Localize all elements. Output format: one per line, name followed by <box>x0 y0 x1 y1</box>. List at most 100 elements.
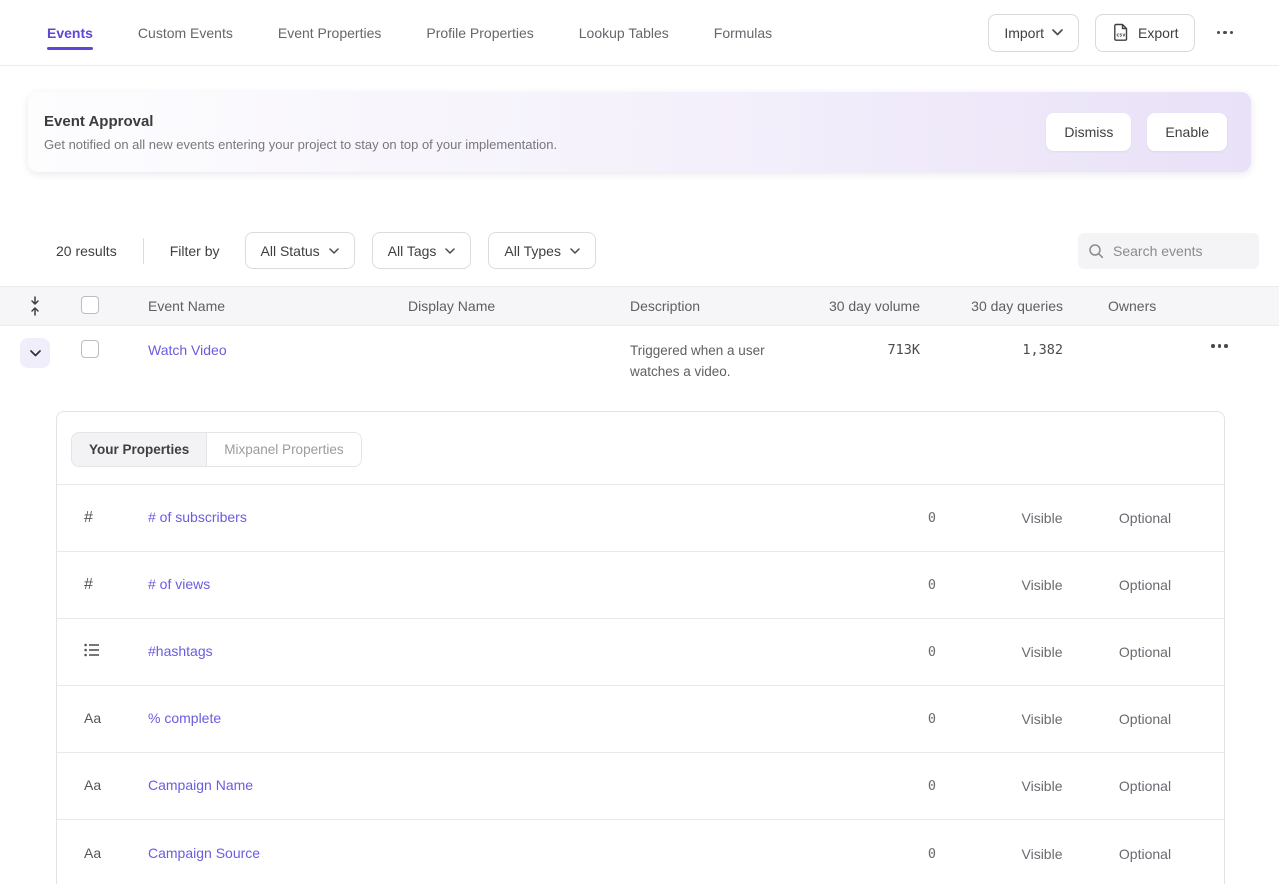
row-checkbox[interactable] <box>81 340 99 358</box>
tab-event-properties-label: Event Properties <box>278 25 382 41</box>
number-type-icon: # <box>84 509 93 526</box>
queries-cell: 1,382 <box>920 340 1063 360</box>
status-filter-label: All Status <box>261 243 320 259</box>
ellipsis-icon <box>1217 31 1234 35</box>
header-owners: Owners <box>1063 298 1180 314</box>
more-options-button[interactable] <box>1211 27 1240 39</box>
collapse-all-icon[interactable] <box>28 295 81 317</box>
property-row: # # of subscribers 0 Visible Optional <box>57 485 1224 552</box>
volume-cell: 713K <box>820 340 920 360</box>
chevron-down-icon <box>329 248 339 254</box>
event-approval-banner: Event Approval Get notified on all new e… <box>28 92 1251 172</box>
chevron-down-icon <box>1052 29 1063 36</box>
search-icon <box>1088 243 1104 259</box>
property-visibility: Visible <box>988 510 1096 526</box>
filter-by-label: Filter by <box>170 243 220 259</box>
tags-filter-dropdown[interactable]: All Tags <box>372 232 472 269</box>
property-name-link[interactable]: Campaign Source <box>148 845 260 861</box>
lexicon-events-page: Events Custom Events Event Properties Pr… <box>0 0 1279 884</box>
text-type-icon: Aa <box>84 845 101 861</box>
types-filter-label: All Types <box>504 243 561 259</box>
search-input[interactable] <box>1113 243 1249 259</box>
header-display-name: Display Name <box>408 298 630 314</box>
property-value: 0 <box>868 510 988 526</box>
header-event-name: Event Name <box>148 298 408 314</box>
vertical-divider <box>143 238 144 264</box>
number-type-icon: # <box>84 576 93 593</box>
types-filter-dropdown[interactable]: All Types <box>488 232 596 269</box>
event-table-row: Watch Video Triggered when a user watche… <box>0 326 1279 411</box>
property-row: # # of views 0 Visible Optional <box>57 552 1224 619</box>
import-button[interactable]: Import <box>988 14 1079 52</box>
tags-filter-label: All Tags <box>388 243 437 259</box>
property-value: 0 <box>868 846 988 862</box>
import-button-label: Import <box>1004 25 1044 41</box>
header-queries: 30 day queries <box>920 298 1063 314</box>
collapse-row-button[interactable] <box>20 338 50 368</box>
ellipsis-icon <box>1211 344 1228 348</box>
property-requirement: Optional <box>1096 644 1194 660</box>
property-value: 0 <box>868 644 988 660</box>
tab-lookup-tables[interactable]: Lookup Tables <box>579 0 669 65</box>
event-properties-panel: Your Properties Mixpanel Properties # # … <box>56 411 1225 884</box>
property-visibility: Visible <box>988 778 1096 794</box>
tab-profile-properties[interactable]: Profile Properties <box>426 0 533 65</box>
banner-text: Event Approval Get notified on all new e… <box>44 114 557 151</box>
property-requirement: Optional <box>1096 846 1194 862</box>
property-requirement: Optional <box>1096 510 1194 526</box>
tab-events-label: Events <box>47 25 93 41</box>
top-navigation: Events Custom Events Event Properties Pr… <box>0 0 1279 66</box>
export-button-label: Export <box>1138 25 1178 41</box>
property-visibility: Visible <box>988 846 1096 862</box>
header-description: Description <box>630 298 820 314</box>
property-name-link[interactable]: Campaign Name <box>148 777 253 793</box>
property-visibility: Visible <box>988 711 1096 727</box>
property-row: Aa Campaign Name 0 Visible Optional <box>57 753 1224 820</box>
property-requirement: Optional <box>1096 711 1194 727</box>
nav-tabs: Events Custom Events Event Properties Pr… <box>47 0 772 65</box>
filter-row: 20 results Filter by All Status All Tags… <box>0 232 1279 269</box>
property-row: Aa % complete 0 Visible Optional <box>57 686 1224 753</box>
property-value: 0 <box>868 778 988 794</box>
chevron-down-icon <box>30 350 41 357</box>
tab-formulas[interactable]: Formulas <box>714 0 772 65</box>
banner-title: Event Approval <box>44 114 557 129</box>
dismiss-button[interactable]: Dismiss <box>1046 113 1131 151</box>
property-name-link[interactable]: # of views <box>148 576 210 592</box>
tab-event-properties[interactable]: Event Properties <box>278 0 382 65</box>
enable-button[interactable]: Enable <box>1147 113 1227 151</box>
results-count: 20 results <box>56 243 117 259</box>
tab-profile-properties-label: Profile Properties <box>426 25 533 41</box>
tab-formulas-label: Formulas <box>714 25 772 41</box>
table-header: Event Name Display Name Description 30 d… <box>0 286 1279 326</box>
row-more-options-button[interactable] <box>1205 340 1234 352</box>
property-value: 0 <box>868 711 988 727</box>
text-type-icon: Aa <box>84 710 101 726</box>
chevron-down-icon <box>445 248 455 254</box>
property-name-link[interactable]: # of subscribers <box>148 509 247 525</box>
nav-actions: Import csv Export <box>988 14 1239 52</box>
export-button[interactable]: csv Export <box>1095 14 1194 52</box>
tab-lookup-tables-label: Lookup Tables <box>579 25 669 41</box>
tab-your-properties[interactable]: Your Properties <box>72 433 207 466</box>
description-cell: Triggered when a user watches a video. <box>630 340 800 382</box>
tab-events[interactable]: Events <box>47 0 93 65</box>
property-name-link[interactable]: #hashtags <box>148 643 213 659</box>
select-all-checkbox[interactable] <box>81 296 99 314</box>
properties-tabs: Your Properties Mixpanel Properties <box>71 432 362 467</box>
property-visibility: Visible <box>988 577 1096 593</box>
chevron-down-icon <box>570 248 580 254</box>
property-row: Aa Campaign Source 0 Visible Optional <box>57 820 1224 884</box>
status-filter-dropdown[interactable]: All Status <box>245 232 355 269</box>
property-value: 0 <box>868 577 988 593</box>
event-name-link[interactable]: Watch Video <box>148 342 227 358</box>
tab-mixpanel-properties[interactable]: Mixpanel Properties <box>207 433 360 466</box>
tab-custom-events[interactable]: Custom Events <box>138 0 233 65</box>
tab-custom-events-label: Custom Events <box>138 25 233 41</box>
property-requirement: Optional <box>1096 778 1194 794</box>
csv-file-icon: csv <box>1111 23 1130 42</box>
property-name-link[interactable]: % complete <box>148 710 221 726</box>
property-visibility: Visible <box>988 644 1096 660</box>
list-type-icon <box>84 643 100 657</box>
banner-actions: Dismiss Enable <box>1046 113 1227 151</box>
